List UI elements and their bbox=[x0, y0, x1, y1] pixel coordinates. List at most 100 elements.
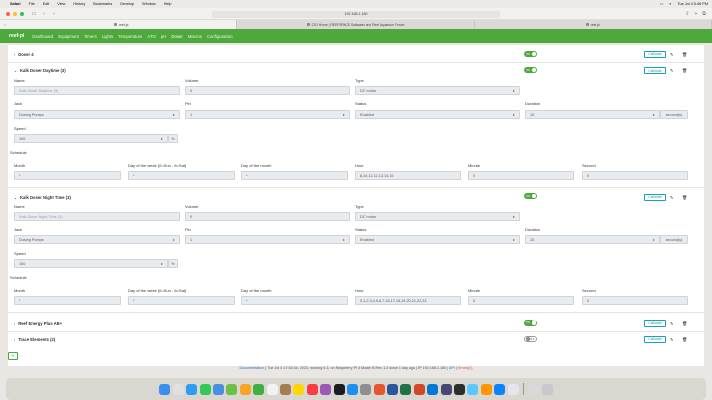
terminal-icon[interactable] bbox=[454, 383, 466, 395]
podcasts-icon[interactable] bbox=[320, 383, 332, 395]
trash-icon[interactable] bbox=[541, 383, 553, 395]
duration-field[interactable]: 10 ⬍ bbox=[525, 110, 660, 119]
notes-icon[interactable] bbox=[293, 383, 305, 395]
wifi-icon[interactable]: ◠ bbox=[660, 2, 663, 7]
settings-icon[interactable] bbox=[360, 383, 372, 395]
errors-link[interactable]: Errors(2) bbox=[458, 366, 473, 370]
menubar-clock[interactable]: Tue Jul 4 5:46 PM bbox=[677, 2, 708, 6]
nav-configuration[interactable]: Configuration bbox=[207, 34, 233, 39]
menu-window[interactable]: Window bbox=[142, 2, 156, 6]
contacts-icon[interactable] bbox=[279, 383, 291, 395]
menu-file[interactable]: File bbox=[29, 2, 35, 6]
calibrate-button[interactable]: Calibrate bbox=[644, 50, 666, 58]
mail-icon[interactable] bbox=[213, 383, 224, 395]
back-icon[interactable]: ‹ bbox=[40, 10, 48, 17]
facetime-icon[interactable] bbox=[253, 383, 265, 395]
brand-logo[interactable]: reef-pi bbox=[9, 33, 24, 39]
tab-reef-pi-2[interactable]: reef-pi bbox=[475, 20, 712, 29]
doser-row-daytime[interactable]: ⌄ Kalk Doser Daytime (3) ON Calibrate ✎ 🗑 bbox=[8, 65, 704, 75]
app-icon[interactable] bbox=[373, 383, 385, 395]
tv-icon[interactable] bbox=[333, 383, 345, 395]
forward-icon[interactable]: › bbox=[50, 10, 58, 17]
address-bar[interactable]: 192.168.1.180 bbox=[212, 10, 500, 18]
delete-icon[interactable]: 🗑 bbox=[682, 321, 687, 327]
dow-field[interactable]: * bbox=[128, 296, 235, 305]
nav-macros[interactable]: Macros bbox=[188, 34, 202, 39]
finder-icon[interactable] bbox=[159, 383, 171, 395]
new-tab-icon[interactable]: + bbox=[695, 11, 698, 17]
doser-enable-toggle[interactable]: OFF bbox=[524, 336, 537, 342]
teams-icon[interactable] bbox=[440, 383, 452, 395]
maps-icon[interactable] bbox=[226, 383, 238, 395]
outlook-icon[interactable] bbox=[427, 383, 439, 395]
type-select[interactable]: DC motor ⬍ bbox=[355, 86, 520, 95]
doser-title[interactable]: › Reef Energy Plus AB+ bbox=[14, 321, 62, 326]
calendar-icon[interactable] bbox=[266, 383, 278, 395]
volume-field[interactable]: 0 bbox=[185, 86, 350, 95]
edit-icon[interactable]: ✎ bbox=[670, 321, 674, 326]
tab-reefspace[interactable]: CS1 Home | REEFSPACE Saltwater and Reef … bbox=[237, 20, 475, 29]
delete-icon[interactable]: 🗑 bbox=[682, 337, 687, 343]
menu-develop[interactable]: Develop bbox=[120, 2, 134, 6]
speed-field[interactable]: 100 ⬍ bbox=[14, 134, 168, 143]
tab-overview-icon[interactable]: ⧉ bbox=[702, 11, 706, 17]
launchpad-icon[interactable] bbox=[172, 383, 184, 395]
month-field[interactable]: * bbox=[14, 296, 121, 305]
doser-enable-toggle[interactable]: ON bbox=[524, 319, 537, 326]
edit-icon[interactable]: ✎ bbox=[670, 195, 674, 200]
close-tab-icon[interactable]: × bbox=[4, 23, 6, 27]
jack-select[interactable]: Dosing Pumps ⬍ bbox=[14, 110, 180, 119]
status-select[interactable]: Enabled ⬍ bbox=[355, 110, 520, 119]
doser-row-reef-energy[interactable]: › Reef Energy Plus AB+ ON Calibrate ✎ 🗑 bbox=[8, 318, 704, 328]
pin-select[interactable]: 1 ⬍ bbox=[185, 235, 350, 244]
word-icon[interactable] bbox=[387, 383, 399, 395]
menu-app[interactable]: Safari bbox=[10, 2, 21, 6]
powerpoint-icon[interactable] bbox=[413, 383, 425, 395]
type-select[interactable]: DC motor ⬍ bbox=[355, 212, 520, 221]
share-icon[interactable]: ⇪ bbox=[685, 11, 689, 17]
nav-doser[interactable]: Doser bbox=[171, 34, 182, 39]
calibrate-button[interactable]: Calibrate bbox=[644, 67, 666, 74]
hour-field[interactable]: 0,1,2,3,4,5,6,7,16,17,18,19,20,21,22,23 bbox=[355, 296, 461, 305]
photos-icon[interactable] bbox=[239, 383, 251, 395]
minute-field[interactable]: 0 bbox=[468, 296, 574, 305]
menu-view[interactable]: View bbox=[57, 2, 65, 6]
calibrate-button[interactable]: Calibrate bbox=[644, 193, 666, 201]
nav-timers[interactable]: Timers bbox=[84, 34, 97, 39]
pin-select[interactable]: 1 ⬍ bbox=[185, 110, 350, 119]
delete-icon[interactable]: 🗑 bbox=[682, 195, 687, 201]
edit-icon[interactable]: ✎ bbox=[670, 52, 674, 57]
search-icon[interactable]: ⌕ bbox=[669, 2, 671, 6]
hour-field[interactable]: 8,10,11,12,13,14,15 bbox=[355, 171, 461, 180]
delete-icon[interactable]: 🗑 bbox=[682, 68, 687, 74]
doser-title[interactable]: ⌄ Kalk Doser Daytime (3) bbox=[14, 68, 66, 73]
edit-icon[interactable]: ✎ bbox=[670, 337, 674, 342]
excel-icon[interactable] bbox=[400, 383, 412, 395]
delete-icon[interactable]: 🗑 bbox=[682, 52, 687, 58]
tab-reef-pi-1[interactable]: × reef-pi bbox=[0, 20, 238, 29]
doser-row-night-time[interactable]: ⌄ Kalk Doser Night Time (3) ON Calibrate … bbox=[8, 192, 704, 202]
nav-dashboard[interactable]: Dashboard bbox=[32, 34, 53, 39]
menu-edit[interactable]: Edit bbox=[43, 2, 50, 6]
preview-icon[interactable] bbox=[507, 383, 519, 395]
documentation-link[interactable]: Documentation bbox=[240, 366, 265, 370]
dom-field[interactable]: * bbox=[241, 171, 348, 180]
second-field[interactable]: 0 bbox=[582, 171, 688, 180]
downloads-icon[interactable] bbox=[528, 383, 540, 395]
dow-field[interactable]: * bbox=[128, 171, 235, 180]
doser-enable-toggle[interactable]: ON bbox=[524, 67, 537, 73]
name-field[interactable]: Kalk Doser Night Time (3) bbox=[14, 212, 180, 221]
nav-ato[interactable]: ATO bbox=[147, 34, 155, 39]
doser-row-trace-elements[interactable]: › Trace Elements (2) OFF Calibrate ✎ 🗑 bbox=[8, 334, 704, 344]
app-store-icon[interactable] bbox=[346, 383, 358, 395]
menu-help[interactable]: Help bbox=[164, 2, 172, 6]
nav-ph[interactable]: pH bbox=[161, 34, 167, 39]
close-window-button[interactable] bbox=[6, 11, 10, 16]
music-icon[interactable] bbox=[306, 383, 318, 395]
month-field[interactable]: * bbox=[14, 171, 121, 180]
second-field[interactable]: 0 bbox=[582, 296, 688, 305]
sidebar-icon[interactable]: ▭ bbox=[30, 10, 38, 17]
doser-enable-toggle[interactable]: ON bbox=[524, 193, 537, 199]
nav-equipment[interactable]: Equipment bbox=[58, 34, 79, 39]
speed-field[interactable]: 100 ⬍ bbox=[14, 259, 168, 268]
